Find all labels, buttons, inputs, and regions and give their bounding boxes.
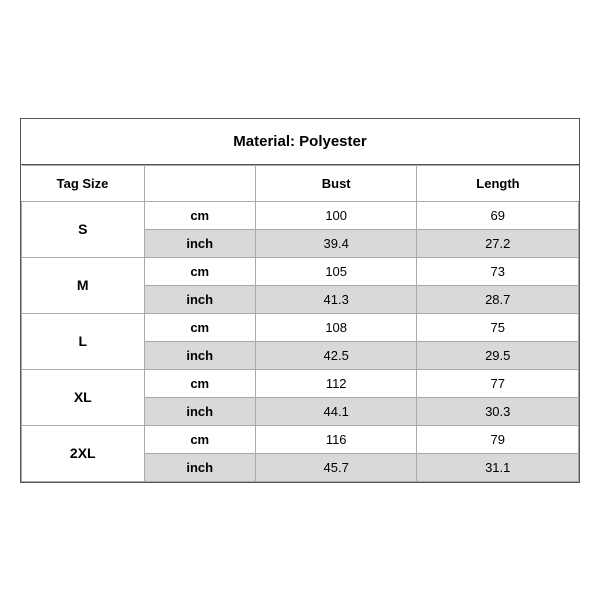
bust-cm: 108 (255, 313, 417, 341)
table-row: 2XL cm 116 79 (22, 425, 579, 453)
table-row: XL cm 112 77 (22, 369, 579, 397)
table-title: Material: Polyester (21, 119, 579, 165)
length-inch: 28.7 (417, 285, 579, 313)
tag-size-cell: S (22, 201, 145, 257)
unit-cm: cm (144, 313, 255, 341)
unit-inch: inch (144, 285, 255, 313)
bust-cm: 105 (255, 257, 417, 285)
unit-inch: inch (144, 397, 255, 425)
bust-inch: 41.3 (255, 285, 417, 313)
length-cm: 79 (417, 425, 579, 453)
bust-inch: 42.5 (255, 341, 417, 369)
unit-cm: cm (144, 201, 255, 229)
col-header-unit (144, 165, 255, 201)
col-header-length: Length (417, 165, 579, 201)
bust-inch: 45.7 (255, 453, 417, 481)
size-table: Tag Size Bust Length S cm 100 69 inch 39… (21, 165, 579, 482)
table-row: M cm 105 73 (22, 257, 579, 285)
unit-cm: cm (144, 425, 255, 453)
bust-inch: 39.4 (255, 229, 417, 257)
tag-size-cell: XL (22, 369, 145, 425)
size-chart-wrapper: Material: Polyester Tag Size Bust Length… (20, 118, 580, 483)
length-cm: 69 (417, 201, 579, 229)
length-cm: 73 (417, 257, 579, 285)
bust-cm: 116 (255, 425, 417, 453)
unit-inch: inch (144, 341, 255, 369)
col-header-tag-size: Tag Size (22, 165, 145, 201)
unit-inch: inch (144, 453, 255, 481)
unit-inch: inch (144, 229, 255, 257)
length-cm: 75 (417, 313, 579, 341)
table-row: S cm 100 69 (22, 201, 579, 229)
tag-size-cell: M (22, 257, 145, 313)
tag-size-cell: 2XL (22, 425, 145, 481)
unit-cm: cm (144, 257, 255, 285)
length-cm: 77 (417, 369, 579, 397)
length-inch: 27.2 (417, 229, 579, 257)
bust-inch: 44.1 (255, 397, 417, 425)
bust-cm: 112 (255, 369, 417, 397)
col-header-bust: Bust (255, 165, 417, 201)
length-inch: 30.3 (417, 397, 579, 425)
length-inch: 29.5 (417, 341, 579, 369)
tag-size-cell: L (22, 313, 145, 369)
unit-cm: cm (144, 369, 255, 397)
bust-cm: 100 (255, 201, 417, 229)
length-inch: 31.1 (417, 453, 579, 481)
table-row: L cm 108 75 (22, 313, 579, 341)
